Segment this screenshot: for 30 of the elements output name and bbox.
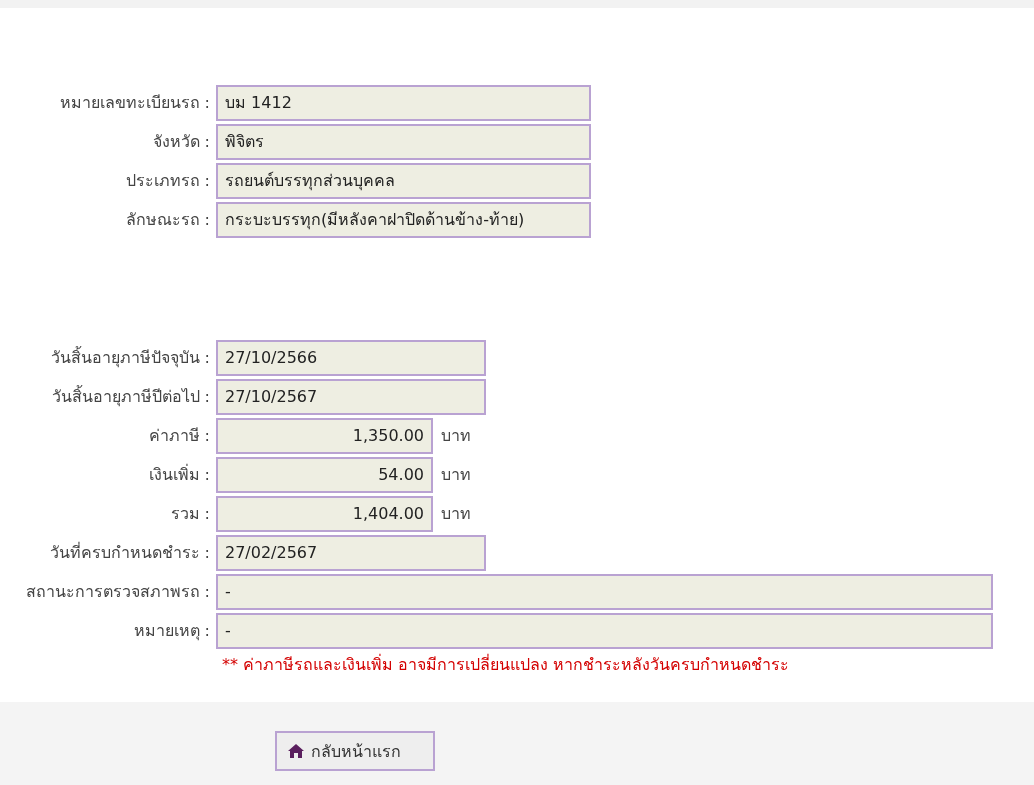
field-label: เงินเพิ่ม :	[147, 463, 210, 486]
home-icon	[287, 743, 305, 759]
value-field[interactable]: 27/10/2566	[216, 339, 486, 376]
unit-label: บาท	[441, 464, 471, 486]
home-button[interactable]: กลับหน้าแรก	[275, 731, 435, 771]
field-label: ลักษณะรถ :	[124, 209, 210, 231]
value-field[interactable]: 54.00	[216, 456, 433, 493]
field-label: หมายเลขทะเบียนรถ :	[58, 92, 210, 114]
field-label: สถานะการตรวจสภาพรถ :	[24, 581, 210, 603]
field-label: จังหวัด :	[151, 131, 210, 153]
unit-label: บาท	[441, 425, 471, 447]
field-label: วันสิ้นอายุภาษีปัจจุบัน :	[49, 345, 210, 370]
field-label: วันสิ้นอายุภาษีปีต่อไป :	[50, 384, 210, 409]
value-field[interactable]: รถยนต์บรรทุกส่วนบุคคล	[216, 162, 591, 199]
value-field[interactable]: พิจิตร	[216, 123, 591, 160]
field-label: หมายเหตุ :	[132, 620, 210, 643]
field-label: ประเภทรถ :	[124, 170, 210, 192]
unit-label: บาท	[441, 503, 471, 525]
value-field[interactable]: 27/02/2567	[216, 534, 486, 571]
value-field[interactable]: -	[216, 573, 993, 610]
value-field[interactable]: กระบะบรรทุก(มีหลังคาฝาปิดด้านข้าง-ท้าย)	[216, 201, 591, 238]
value-field[interactable]: -	[216, 612, 993, 649]
field-label: วันที่ครบกำหนดชำระ :	[48, 541, 210, 564]
value-field[interactable]: 1,350.00	[216, 417, 433, 454]
value-field[interactable]: 1,404.00	[216, 495, 433, 532]
value-field[interactable]: 27/10/2567	[216, 378, 486, 415]
field-label: รวม :	[169, 503, 210, 525]
field-label: ค่าภาษี :	[147, 425, 210, 447]
value-field[interactable]: บม 1412	[216, 84, 591, 121]
warning-note: ** ค่าภาษีรถและเงินเพิ่ม อาจมีการเปลี่ยนแปลง หากชำระหลังวันครบกำหนดชำระ	[222, 653, 791, 676]
